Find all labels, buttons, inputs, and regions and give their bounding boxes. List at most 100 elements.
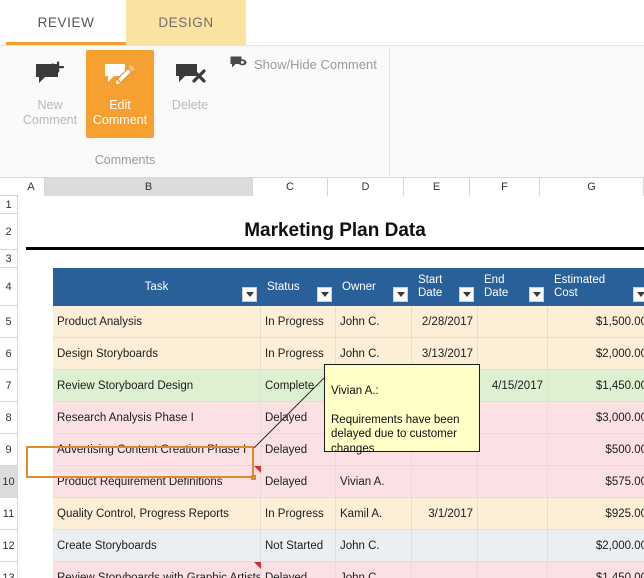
cell-task[interactable]: Product Requirement Definitions: [53, 466, 261, 498]
chevron-down-icon: [636, 292, 644, 297]
cell-end[interactable]: [478, 306, 548, 338]
cell-end[interactable]: [478, 402, 548, 434]
new-comment-label: New Comment: [22, 98, 78, 127]
cell-start[interactable]: 3/1/2017: [412, 498, 478, 530]
cell-cost[interactable]: $500.00: [548, 434, 644, 466]
table-header-label: Status: [267, 280, 300, 293]
comments-group-label: Comments: [94, 153, 156, 167]
table-header-cell: Estimated Cost: [548, 268, 644, 306]
cell-task[interactable]: Create Storyboards: [53, 530, 261, 562]
column-header-d[interactable]: D: [328, 178, 404, 196]
cell-status[interactable]: Delayed: [261, 562, 336, 578]
cell-status[interactable]: In Progress: [261, 306, 336, 338]
row-header-5[interactable]: 5: [0, 306, 18, 338]
cell-end[interactable]: [478, 434, 548, 466]
cell-cost[interactable]: $1,450.00: [548, 370, 644, 402]
cell-owner[interactable]: John C.: [336, 306, 412, 338]
cell-task[interactable]: Quality Control, Progress Reports: [53, 498, 261, 530]
row-header-11[interactable]: 11: [0, 498, 18, 530]
tab-review[interactable]: REVIEW: [6, 0, 126, 45]
row-header-4[interactable]: 4: [0, 268, 18, 306]
cell-owner[interactable]: John C.: [336, 562, 412, 578]
cell-task[interactable]: Product Analysis: [53, 306, 261, 338]
filter-dropdown-button[interactable]: [242, 287, 257, 302]
cell-cost[interactable]: $925.00: [548, 498, 644, 530]
cell-owner[interactable]: Vivian A.: [336, 466, 412, 498]
cell-status[interactable]: Delayed: [261, 466, 336, 498]
tab-design[interactable]: DESIGN: [126, 0, 246, 45]
cell-end[interactable]: [478, 466, 548, 498]
filter-dropdown-button[interactable]: [393, 287, 408, 302]
cell-end[interactable]: [478, 562, 548, 578]
new-comment-icon: [34, 58, 66, 92]
filter-dropdown-button[interactable]: [459, 287, 474, 302]
column-header-e[interactable]: E: [404, 178, 470, 196]
filter-dropdown-button[interactable]: [633, 287, 644, 302]
cell-owner[interactable]: John C.: [336, 530, 412, 562]
cell-task[interactable]: Review Storyboard Design: [53, 370, 261, 402]
edit-comment-label: Edit Comment: [92, 98, 148, 127]
table-header-label: Start Date: [418, 274, 443, 299]
cell-cost[interactable]: $575.00: [548, 466, 644, 498]
sheet-title: Marketing Plan Data: [26, 214, 644, 250]
edit-comment-icon: [104, 58, 136, 92]
new-comment-button[interactable]: New Comment: [16, 50, 84, 138]
cell-cost[interactable]: $2,000.00: [548, 338, 644, 370]
show-hide-comment-icon: [230, 56, 247, 73]
cell-start[interactable]: [412, 562, 478, 578]
edit-comment-button[interactable]: Edit Comment: [86, 50, 154, 138]
column-header-a[interactable]: A: [18, 178, 45, 196]
delete-comment-icon: [174, 58, 206, 92]
chevron-down-icon: [462, 292, 471, 297]
cell-end[interactable]: [478, 530, 548, 562]
column-header-b[interactable]: B: [45, 178, 253, 196]
chevron-down-icon: [320, 292, 329, 297]
comment-popup[interactable]: Vivian A.: Requirements have been delaye…: [324, 364, 480, 455]
chevron-down-icon: [532, 292, 541, 297]
cell-task[interactable]: Design Storyboards: [53, 338, 261, 370]
row-header-7[interactable]: 7: [0, 370, 18, 402]
cell-task[interactable]: Advertising Content Creation Phase I: [53, 434, 261, 466]
cell-status[interactable]: Not Started: [261, 530, 336, 562]
comment-text: Requirements have been delayed due to cu…: [331, 413, 460, 455]
cell-cost[interactable]: $1,500.00: [548, 306, 644, 338]
table-header-label: Owner: [342, 280, 376, 293]
show-hide-comment-button[interactable]: Show/Hide Comment: [230, 56, 377, 73]
cell-grid: Marketing Plan Data Task Status Owner Start…: [18, 196, 644, 578]
table-header-cell: Task: [53, 268, 261, 306]
cell-start[interactable]: 2/28/2017: [412, 306, 478, 338]
row-header-6[interactable]: 6: [0, 338, 18, 370]
column-header-row: ABCDEFG: [0, 178, 644, 196]
row-header-10[interactable]: 10: [0, 466, 18, 498]
cell-cost[interactable]: $1,450.00: [548, 562, 644, 578]
row-header-2[interactable]: 2: [0, 214, 18, 250]
cell-owner[interactable]: Kamil A.: [336, 498, 412, 530]
row-header-8[interactable]: 8: [0, 402, 18, 434]
table-header-label: Task: [144, 280, 169, 293]
column-header-f[interactable]: F: [470, 178, 540, 196]
cell-task[interactable]: Research Analysis Phase I: [53, 402, 261, 434]
delete-comment-button[interactable]: Delete: [156, 50, 224, 138]
row-header-3[interactable]: 3: [0, 250, 18, 268]
cell-task[interactable]: Review Storyboards with Graphic Artists: [53, 562, 261, 578]
row-header-13[interactable]: 13: [0, 562, 18, 578]
filter-dropdown-button[interactable]: [529, 287, 544, 302]
cell-cost[interactable]: $3,000.00: [548, 402, 644, 434]
filter-dropdown-button[interactable]: [317, 287, 332, 302]
cell-cost[interactable]: $2,000.00: [548, 530, 644, 562]
row-header-12[interactable]: 12: [0, 530, 18, 562]
selection-fill-handle[interactable]: [251, 475, 256, 480]
cell-status[interactable]: In Progress: [261, 498, 336, 530]
row-header-9[interactable]: 9: [0, 434, 18, 466]
cell-end[interactable]: [478, 498, 548, 530]
show-hide-comment-label: Show/Hide Comment: [254, 57, 377, 72]
column-header-g[interactable]: G: [540, 178, 644, 196]
cell-end[interactable]: [478, 338, 548, 370]
cell-end[interactable]: 4/15/2017: [478, 370, 548, 402]
comment-author: Vivian A.:: [331, 384, 379, 397]
cell-start[interactable]: [412, 466, 478, 498]
comment-indicator-icon: [254, 466, 261, 473]
cell-start[interactable]: [412, 530, 478, 562]
row-header-1[interactable]: 1: [0, 196, 18, 214]
column-header-c[interactable]: C: [253, 178, 328, 196]
